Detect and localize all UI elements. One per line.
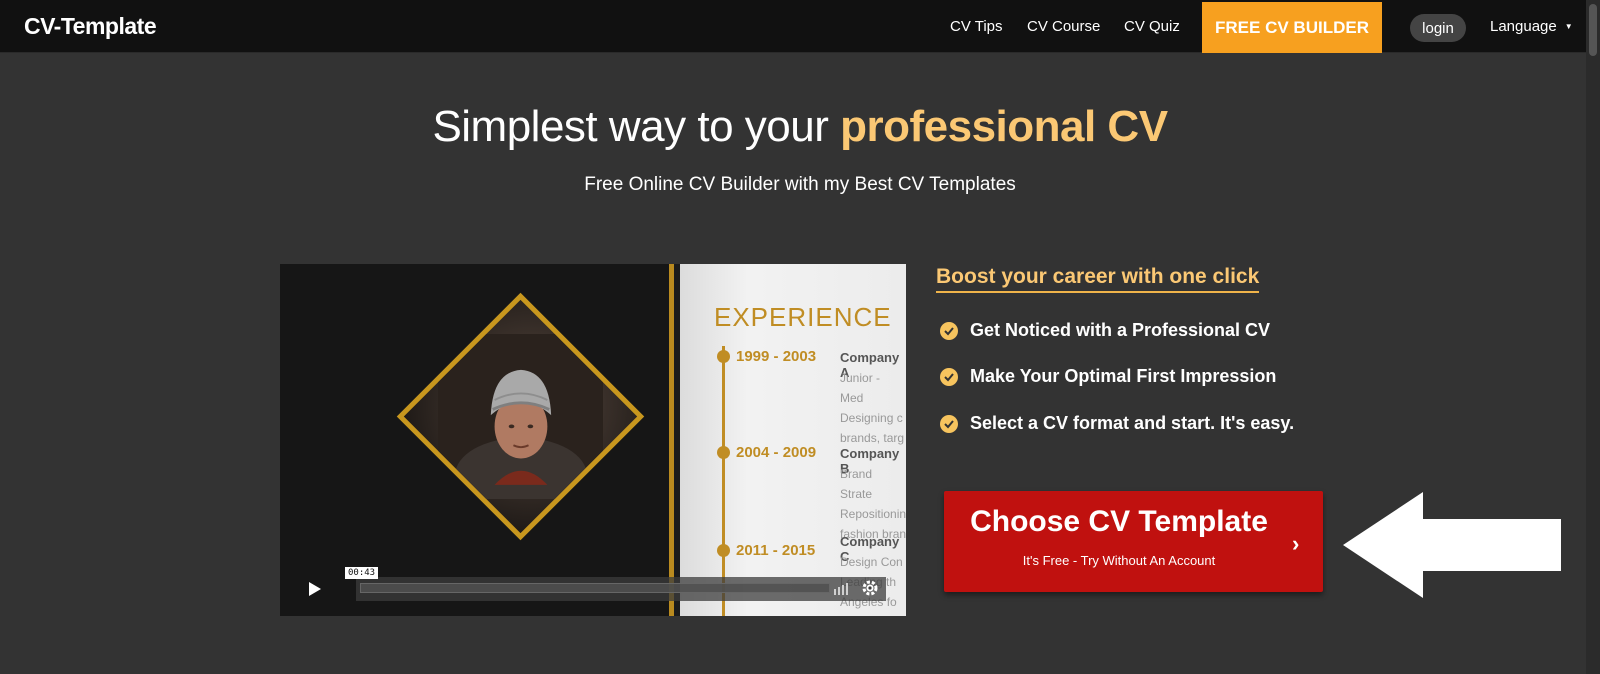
- video-divider: [669, 264, 674, 616]
- nav-link-cv-tips[interactable]: CV Tips: [950, 18, 1003, 35]
- portrait-image: [438, 334, 603, 499]
- login-button[interactable]: login: [1410, 14, 1466, 42]
- feature-item: Make Your Optimal First Impression: [940, 366, 1276, 387]
- volume-icon[interactable]: [832, 579, 850, 597]
- video-player[interactable]: EXPERIENCE 1999 - 2003 Company A Junior …: [280, 264, 906, 616]
- top-navbar: CV-Template CV Tips CV Course CV Quiz FR…: [0, 0, 1600, 53]
- free-cv-builder-button[interactable]: FREE CV BUILDER: [1202, 2, 1382, 53]
- feature-text: Get Noticed with a Professional CV: [970, 320, 1271, 340]
- boost-heading: Boost your career with one click: [936, 265, 1260, 293]
- timeline-year: 2011 - 2015: [736, 542, 816, 559]
- check-circle-icon: [940, 414, 958, 433]
- video-controls: 00:43: [280, 567, 906, 609]
- cta-subtitle: It's Free - Try Without An Account: [1022, 553, 1216, 568]
- timeline-text-line: Designing c: [840, 411, 903, 425]
- hero-title: Simplest way to your professional CV: [0, 102, 1600, 152]
- timeline-text-line: Junior - Med: [840, 371, 881, 405]
- timeline-dot: [717, 544, 730, 557]
- chevron-right-icon: ›: [1292, 531, 1300, 556]
- video-progress-bar[interactable]: [360, 583, 830, 593]
- feature-text: Make Your Optimal First Impression: [970, 366, 1277, 386]
- play-icon[interactable]: [302, 577, 326, 601]
- language-dropdown[interactable]: Language ▼: [1490, 18, 1573, 35]
- timeline-dot: [717, 350, 730, 363]
- hero-subtitle: Free Online CV Builder with my Best CV T…: [584, 174, 1016, 195]
- timeline-year: 1999 - 2003: [736, 348, 817, 365]
- hero-title-accent: professional CV: [840, 102, 1168, 151]
- feature-text: Select a CV format and start. It's easy.: [970, 413, 1295, 433]
- scrollbar-thumb[interactable]: [1589, 4, 1597, 56]
- cv-heading: EXPERIENCE: [714, 302, 892, 332]
- check-circle-icon: [940, 367, 958, 386]
- time-tooltip: 00:43: [345, 567, 379, 579]
- choose-cv-template-button[interactable]: Choose CV Template It's Free - Try Witho…: [944, 491, 1323, 592]
- timeline-text-line: Brand Strate: [840, 467, 873, 501]
- site-logo[interactable]: CV-Template: [24, 13, 157, 40]
- nav-link-cv-course[interactable]: CV Course: [1027, 18, 1100, 35]
- hero-title-main: Simplest way to your: [432, 102, 841, 151]
- feature-item: Select a CV format and start. It's easy.: [940, 413, 1294, 434]
- timeline-text: Brand Strate Repositionin fashion bran: [840, 464, 906, 544]
- timeline-dot: [717, 446, 730, 459]
- cv-preview-panel: EXPERIENCE 1999 - 2003 Company A Junior …: [680, 264, 906, 616]
- nav-link-cv-quiz[interactable]: CV Quiz: [1124, 18, 1180, 35]
- check-circle-icon: [940, 321, 958, 340]
- caret-down-icon: ▼: [1564, 22, 1573, 31]
- cta-title: Choose CV Template: [970, 505, 1268, 538]
- feature-item: Get Noticed with a Professional CV: [940, 320, 1270, 341]
- timeline-text-line: Repositionin: [840, 507, 906, 521]
- timeline-year: 2004 - 2009: [736, 444, 817, 461]
- settings-gear-icon[interactable]: [860, 578, 880, 598]
- language-label: Language: [1490, 18, 1557, 35]
- timeline-text-line: brands, targ: [840, 431, 905, 445]
- left-arrow-icon: [1343, 492, 1561, 598]
- timeline-text: Junior - Med Designing c brands, targ: [840, 368, 906, 448]
